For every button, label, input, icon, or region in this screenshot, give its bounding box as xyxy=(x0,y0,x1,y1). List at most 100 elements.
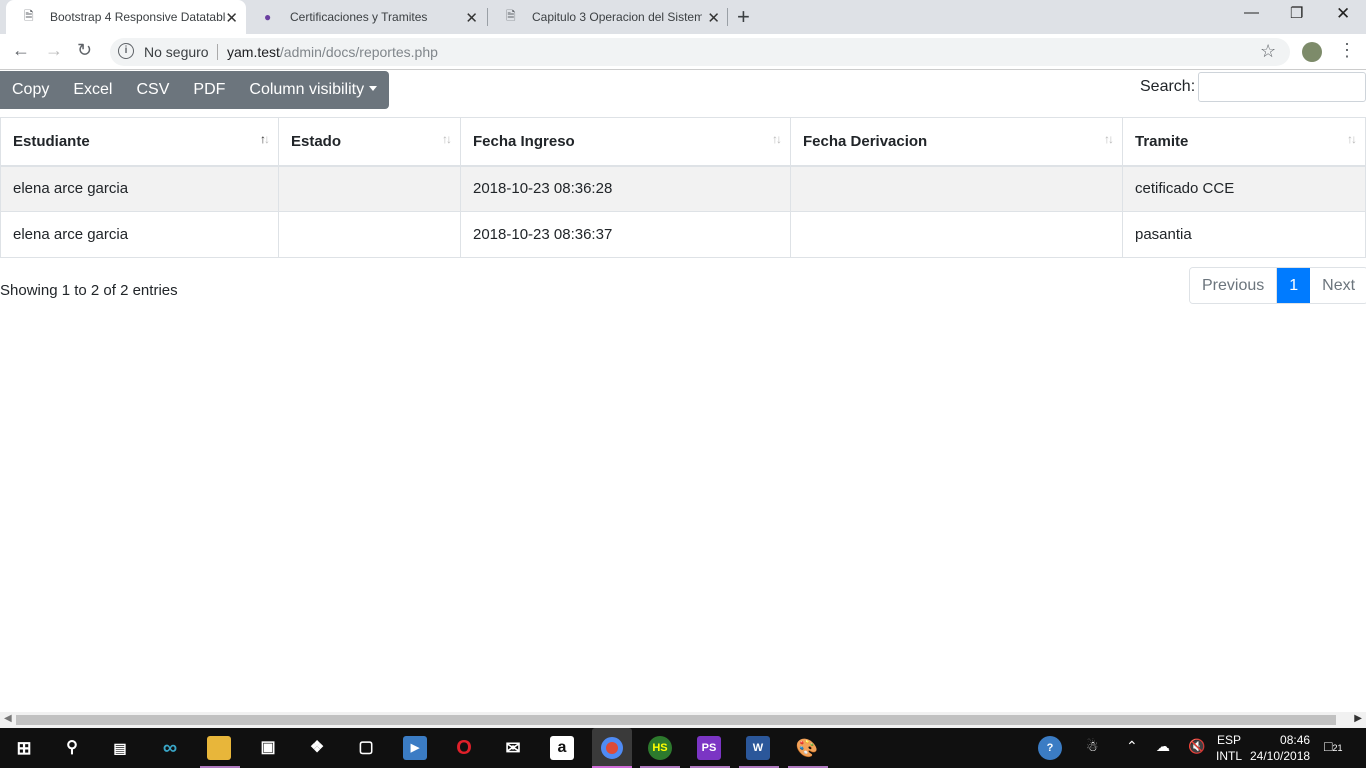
chrome-icon[interactable] xyxy=(592,728,632,768)
cell-estudiante: elena arce garcia xyxy=(0,211,279,258)
keyboard-layout: INTL xyxy=(1216,749,1243,763)
security-label[interactable]: No seguro xyxy=(144,44,209,60)
close-icon[interactable]: ✕ xyxy=(465,9,478,27)
scrollbar-thumb[interactable] xyxy=(16,715,1336,725)
help-icon[interactable]: ? xyxy=(1038,736,1062,760)
back-icon[interactable]: ← xyxy=(12,40,30,61)
tab-title: Certificaciones y Tramites xyxy=(290,10,428,24)
language-indicator[interactable]: ESP INTL xyxy=(1216,732,1242,764)
hs-icon[interactable]: HS xyxy=(648,736,672,760)
tab-certificaciones[interactable]: ● Certificaciones y Tramites ✕ xyxy=(246,0,486,34)
restore-icon[interactable]: ❐ xyxy=(1290,4,1303,22)
profile-avatar[interactable] xyxy=(1302,42,1322,62)
window-close-icon[interactable]: ✕ xyxy=(1336,4,1350,24)
header-label: Fecha Derivacion xyxy=(803,132,928,150)
amazon-icon[interactable]: a xyxy=(550,736,574,760)
app-icon: ● xyxy=(264,10,272,24)
close-icon[interactable]: ✕ xyxy=(707,9,720,27)
info-icon[interactable]: i xyxy=(118,43,134,59)
mail-icon[interactable]: ✉ xyxy=(501,736,525,760)
column-header-fecha-derivacion[interactable]: Fecha Derivacion ↑↓ xyxy=(790,117,1123,167)
url-host: yam.test xyxy=(227,44,280,60)
next-button[interactable]: Next xyxy=(1310,268,1366,303)
tab-datatable[interactable]: 🗎 Bootstrap 4 Responsive Datatable ✕ xyxy=(6,0,246,34)
notification-icon[interactable]: □21 xyxy=(1324,738,1342,754)
phpstorm-icon[interactable]: PS xyxy=(697,736,721,760)
cell-estado xyxy=(278,165,461,212)
data-table: Estudiante ↑↓ Estado ↑↓ Fecha Ingreso ↑↓ Fe… xyxy=(0,117,1366,258)
task-view-icon[interactable]: ▤ xyxy=(108,736,132,760)
scroll-right-icon[interactable]: ▶ xyxy=(1354,713,1362,724)
minimize-icon[interactable]: — xyxy=(1244,4,1259,21)
notification-count: 21 xyxy=(1332,743,1343,753)
caret-down-icon xyxy=(369,86,378,91)
column-visibility-label: Column visibility xyxy=(249,81,365,98)
column-header-fecha-ingreso[interactable]: Fecha Ingreso ↑↓ xyxy=(460,117,791,167)
store-icon[interactable]: ▣ xyxy=(256,736,280,760)
dropbox-icon[interactable]: ❖ xyxy=(305,736,329,760)
sort-icon: ↑↓ xyxy=(772,132,782,146)
header-label: Fecha Ingreso xyxy=(473,132,575,150)
chevron-up-icon[interactable]: ⌃ xyxy=(1126,738,1138,755)
forward-icon[interactable]: → xyxy=(45,40,63,61)
opera-icon[interactable]: O xyxy=(452,736,476,760)
url-divider xyxy=(217,44,218,60)
header-label: Tramite xyxy=(1135,132,1189,150)
column-header-tramite[interactable]: Tramite ↑↓ xyxy=(1122,117,1366,167)
file-explorer-icon[interactable] xyxy=(207,736,231,760)
tab-title: Bootstrap 4 Responsive Datatable xyxy=(50,10,226,24)
bookmark-star-icon[interactable]: ☆ xyxy=(1260,41,1276,62)
media-player-icon[interactable]: ▶ xyxy=(403,736,427,760)
search-label: Search: xyxy=(1140,78,1196,95)
page-1-button[interactable]: 1 xyxy=(1277,268,1311,303)
cell-fecha-ingreso: 2018-10-23 08:36:28 xyxy=(460,165,791,212)
volume-muted-icon[interactable]: 🔇 xyxy=(1188,738,1205,755)
document-app-icon[interactable]: ▢ xyxy=(354,736,378,760)
new-tab-icon[interactable]: + xyxy=(737,4,750,30)
excel-button[interactable]: Excel xyxy=(61,71,124,109)
table-row: elena arce garcia 2018-10-23 08:36:37 pa… xyxy=(0,211,1366,258)
browser-toolbar: ← → ↻ i No seguro yam.test/admin/docs/re… xyxy=(0,34,1366,70)
sort-icon: ↑↓ xyxy=(1347,132,1357,146)
close-icon[interactable]: ✕ xyxy=(225,9,238,27)
tab-divider xyxy=(727,8,728,26)
url-text[interactable]: yam.test/admin/docs/reportes.php xyxy=(227,44,438,60)
column-header-estudiante[interactable]: Estudiante ↑↓ xyxy=(0,117,279,167)
sort-icon: ↑↓ xyxy=(1104,132,1114,146)
sort-icon: ↑↓ xyxy=(442,132,452,146)
column-visibility-button[interactable]: Column visibility xyxy=(237,71,389,109)
reload-icon[interactable]: ↻ xyxy=(77,40,92,61)
horizontal-scrollbar[interactable]: ◀ ▶ xyxy=(0,712,1366,728)
scroll-left-icon[interactable]: ◀ xyxy=(4,713,12,724)
arduino-icon[interactable]: ∞ xyxy=(158,736,182,760)
system-clock[interactable]: 08:46 24/10/2018 xyxy=(1250,732,1310,764)
export-button-group: Copy Excel CSV PDF Column visibility xyxy=(0,71,390,109)
clock-date: 24/10/2018 xyxy=(1250,749,1311,763)
word-icon[interactable]: W xyxy=(746,736,770,760)
cell-tramite: cetificado CCE xyxy=(1122,165,1366,212)
browser-tab-bar: 🗎 Bootstrap 4 Responsive Datatable ✕ ● C… xyxy=(0,0,1366,34)
previous-button[interactable]: Previous xyxy=(1190,268,1278,303)
pagination: Previous 1 Next xyxy=(1189,267,1366,304)
people-icon[interactable]: ☃ xyxy=(1086,738,1099,755)
tab-title: Capitulo 3 Operacion del Sistema xyxy=(532,10,702,24)
cell-estado xyxy=(278,211,461,258)
column-header-estado[interactable]: Estado ↑↓ xyxy=(278,117,461,167)
tab-capitulo[interactable]: 🗎 Capitulo 3 Operacion del Sistema ✕ xyxy=(488,0,728,34)
cell-fecha-derivacion xyxy=(790,165,1123,212)
header-label: Estudiante xyxy=(13,132,90,150)
table-row: elena arce garcia 2018-10-23 08:36:28 ce… xyxy=(0,165,1366,212)
csv-button[interactable]: CSV xyxy=(124,71,181,109)
windows-start-icon[interactable]: ⊞ xyxy=(12,736,36,760)
search-icon[interactable]: ⚲ xyxy=(60,736,84,760)
pdf-button[interactable]: PDF xyxy=(181,71,237,109)
cell-fecha-ingreso: 2018-10-23 08:36:37 xyxy=(460,211,791,258)
menu-dots-icon[interactable]: ⋮ xyxy=(1338,40,1356,61)
address-bar[interactable]: i No seguro yam.test/admin/docs/reportes… xyxy=(110,38,1290,66)
search-input[interactable] xyxy=(1198,72,1366,102)
url-path: /admin/docs/reportes.php xyxy=(279,44,438,60)
paint-icon[interactable]: 🎨 xyxy=(795,736,819,760)
onedrive-icon[interactable]: ☁ xyxy=(1156,738,1170,755)
windows-taskbar: ⊞ ⚲ ▤ ∞ ▣ ❖ ▢ ▶ O ✉ a HS PS W 🎨 ? ☃ ⌃ ☁ … xyxy=(0,728,1366,768)
copy-button[interactable]: Copy xyxy=(0,71,61,109)
